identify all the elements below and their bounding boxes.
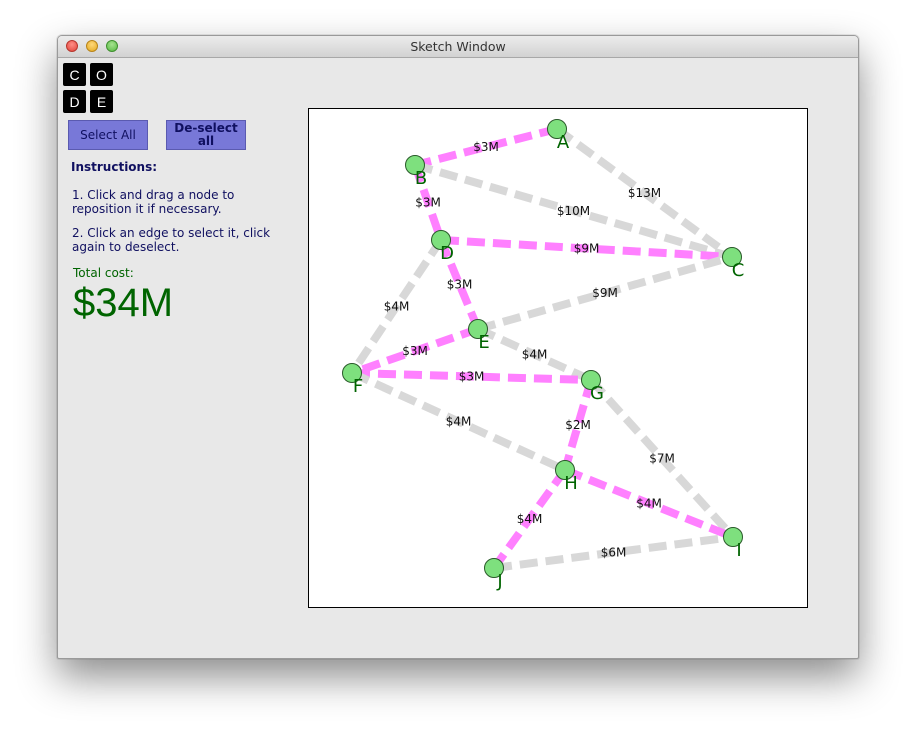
- deselect-all-button[interactable]: De-select all: [166, 120, 246, 150]
- edge-cost-label: $10M: [557, 204, 590, 218]
- total-cost-label: Total cost:: [73, 266, 134, 280]
- node-label: B: [415, 168, 427, 189]
- edge-cost-label: $9M: [592, 286, 618, 300]
- total-cost-value: $34M: [73, 281, 174, 325]
- node-label: F: [353, 376, 363, 397]
- sketch-window: Sketch Window C O D E Select All De-sele…: [57, 35, 859, 659]
- node-label: G: [590, 383, 604, 404]
- node-label: I: [736, 540, 741, 561]
- node-label: A: [557, 132, 570, 153]
- graph-svg[interactable]: $3M $13M $10M $3M $9M $3M $4M $9M $3M $4M $3M $4M $2…: [309, 109, 809, 609]
- title-bar[interactable]: Sketch Window: [58, 36, 858, 58]
- code-logo: C O D E: [63, 63, 115, 115]
- edge-cost-label: $2M: [565, 418, 591, 432]
- edge-cost-label: $4M: [636, 497, 662, 511]
- node-label: E: [478, 332, 489, 353]
- instruction-step-2: 2. Click an edge to select it, click aga…: [72, 226, 271, 254]
- edge-cost-label: $4M: [522, 348, 548, 362]
- logo-letter-c: C: [63, 63, 86, 86]
- edge-cost-label: $13M: [628, 186, 661, 200]
- select-all-button[interactable]: Select All: [68, 120, 148, 150]
- edge-cost-label: $7M: [649, 452, 675, 466]
- edge-cost-label: $3M: [402, 344, 428, 358]
- edge-cost-label: $6M: [601, 546, 627, 560]
- instructions-heading: Instructions:: [71, 160, 158, 174]
- edge-cost-label: $3M: [447, 278, 473, 292]
- instruction-step-1: 1. Click and drag a node to reposition i…: [72, 188, 235, 216]
- logo-letter-o: O: [90, 63, 113, 86]
- logo-letter-d: D: [63, 90, 86, 113]
- edge-cost-label: $4M: [446, 415, 472, 429]
- node-label: H: [564, 473, 578, 494]
- node-label: J: [496, 571, 502, 592]
- node-label: C: [732, 260, 745, 281]
- window-title: Sketch Window: [410, 39, 506, 54]
- graph-canvas[interactable]: $3M $13M $10M $3M $9M $3M $4M $9M $3M $4M $3M $4M $2…: [308, 108, 808, 608]
- edge-cost-label: $3M: [415, 196, 441, 210]
- edge-cost-label: $9M: [574, 242, 600, 256]
- edge-cost-label: $3M: [473, 140, 499, 154]
- node-label: D: [440, 243, 454, 264]
- edge-cost-label: $4M: [384, 300, 410, 314]
- logo-letter-e: E: [90, 90, 113, 113]
- edge-cost-label: $4M: [517, 512, 543, 526]
- edge-cost-label: $3M: [459, 370, 485, 384]
